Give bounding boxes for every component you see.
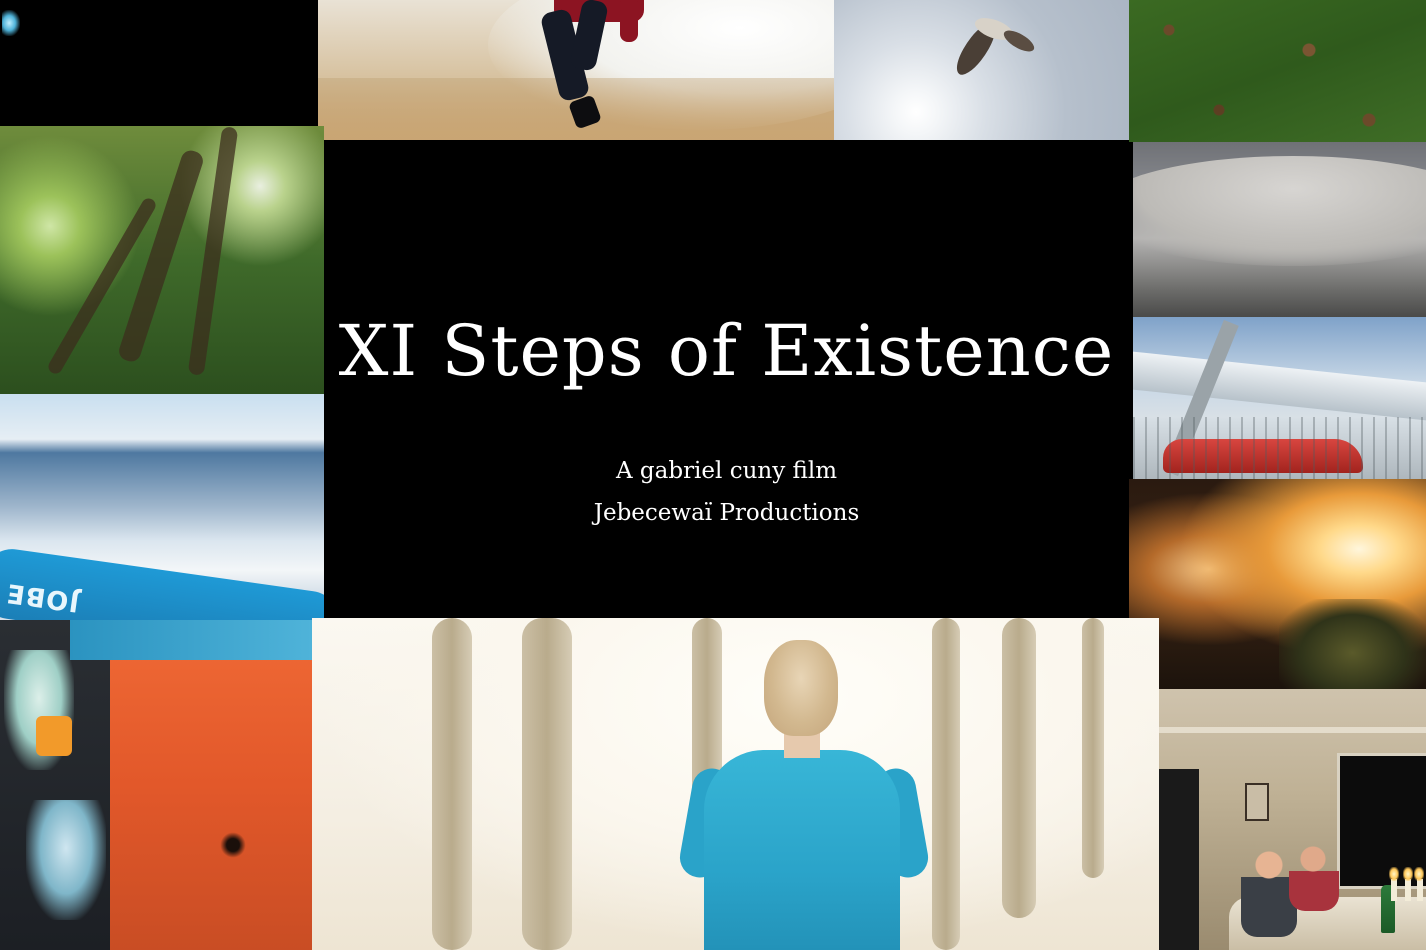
person-woman — [1289, 841, 1339, 911]
tile-forest-blur — [0, 126, 324, 394]
tree-trunk — [1002, 618, 1036, 918]
title-card: XI Steps of Existence A gabriel cuny fil… — [324, 140, 1129, 618]
director-credit: A gabriel cuny film — [615, 458, 838, 484]
candle — [1391, 879, 1397, 901]
tree-trunk — [1082, 618, 1104, 878]
tree-trunk — [432, 618, 472, 950]
tile-person-forest — [312, 618, 1159, 950]
bird-wing — [1000, 26, 1038, 56]
tree-trunk — [116, 147, 206, 365]
picture-frame — [1245, 783, 1269, 821]
runner-arm — [620, 0, 638, 42]
tile-beach-runner — [318, 0, 834, 140]
ceiling-light — [1133, 156, 1426, 266]
candle — [1405, 879, 1411, 901]
cornice — [1159, 727, 1426, 733]
tile-ceiling — [1133, 142, 1426, 317]
person-shorts — [36, 716, 72, 756]
person-figure — [26, 800, 106, 920]
fence-mesh — [1133, 417, 1426, 479]
person-head — [764, 640, 838, 736]
person-blue-shirt — [704, 750, 900, 950]
tile-dinner — [1159, 689, 1426, 950]
tile-ocean-wake: JOBE — [0, 394, 324, 620]
overpass-deck — [1133, 351, 1426, 421]
tree-trunk — [522, 618, 572, 950]
candle-flame — [1389, 867, 1399, 881]
doorway — [1159, 769, 1199, 950]
film-title: XI Steps of Existence — [338, 310, 1115, 392]
tree-trunk — [932, 618, 960, 950]
light-spark — [2, 10, 20, 36]
candle-flame — [1403, 867, 1413, 881]
production-credit: Jebecewaï Productions — [593, 500, 860, 526]
tile-dark-frame — [0, 0, 318, 126]
candle — [1417, 879, 1423, 901]
dark-spots — [218, 830, 248, 860]
candle-flame — [1414, 867, 1424, 881]
tile-bird-over-sun — [834, 0, 1129, 142]
boat-edge — [70, 620, 312, 660]
tile-fire — [1129, 479, 1426, 689]
tile-overpass-car — [1133, 317, 1426, 479]
tile-grass — [1129, 0, 1426, 142]
foliage — [1279, 599, 1426, 689]
tile-inverted-boat — [0, 620, 312, 950]
